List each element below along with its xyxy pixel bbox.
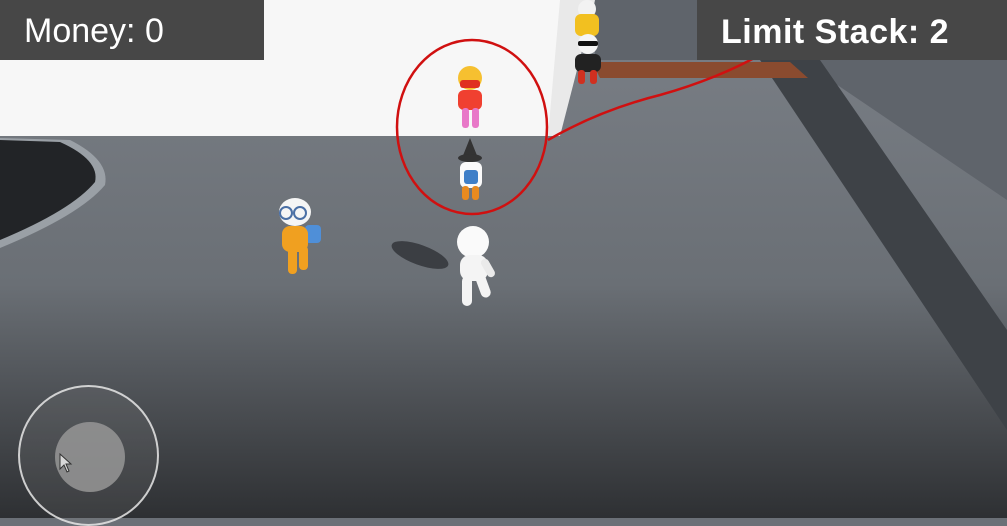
money-counter: Money: 0 [0, 0, 264, 60]
money-label: Money: 0 [24, 12, 164, 50]
limit-stack-label: Limit Stack: 2 [721, 13, 950, 51]
brown-mat [592, 62, 808, 78]
limit-stack-counter: Limit Stack: 2 [697, 0, 1007, 60]
virtual-joystick[interactable] [18, 385, 159, 526]
cursor-arrow-icon [59, 453, 73, 473]
